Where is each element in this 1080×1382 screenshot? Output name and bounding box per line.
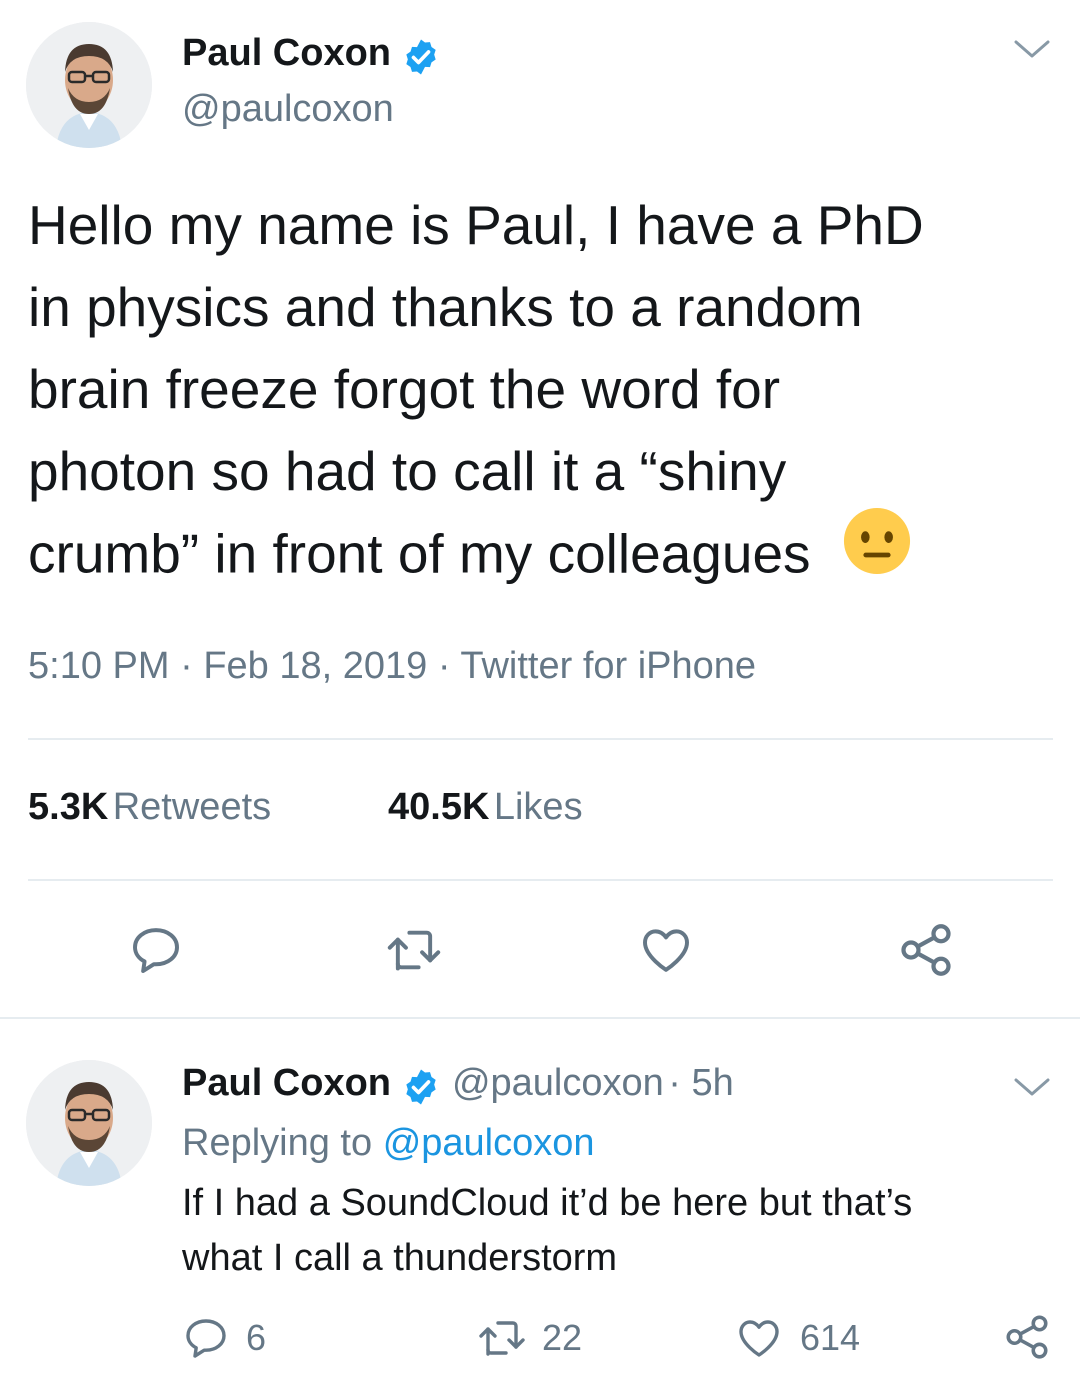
heart-icon[interactable] xyxy=(637,922,695,978)
replying-to: Replying to @paulcoxon xyxy=(182,1122,595,1165)
tweet-text-line: photon so had to call it a “shiny xyxy=(28,440,787,502)
like-count: 614 xyxy=(800,1317,861,1358)
divider xyxy=(28,738,1053,740)
tweet-text-line: crumb” in front of my colleagues xyxy=(28,522,811,585)
author-name[interactable]: Paul Coxon xyxy=(182,32,391,74)
reply-avatar[interactable] xyxy=(26,1060,152,1186)
retweet-action[interactable]: 22 xyxy=(476,1314,582,1362)
reply-icon xyxy=(182,1314,230,1362)
separator-dot: · xyxy=(437,645,461,687)
chevron-down-icon[interactable] xyxy=(1012,1076,1052,1100)
tweet-text-line: brain freeze forgot the word for xyxy=(28,358,781,420)
share-icon[interactable] xyxy=(1002,1312,1052,1362)
reply-text-line: If I had a SoundCloud it’d be here but t… xyxy=(182,1182,913,1224)
share-icon[interactable] xyxy=(896,920,956,980)
retweets-label: Retweets xyxy=(112,786,272,828)
likes-label: Likes xyxy=(493,786,583,828)
retweets-count: 5.3K xyxy=(28,786,109,828)
tweet-source[interactable]: Twitter for iPhone xyxy=(460,645,756,687)
retweets-stat[interactable]: 5.3K Retweets xyxy=(28,786,271,829)
heart-icon xyxy=(734,1314,784,1362)
author-handle[interactable]: @paulcoxon xyxy=(182,88,394,131)
like-action[interactable]: 614 xyxy=(734,1314,860,1362)
reply-count: 6 xyxy=(246,1317,267,1358)
separator-dot: · xyxy=(180,645,204,687)
tweet-meta: 5:10 PM · Feb 18, 2019 · Twitter for iPh… xyxy=(28,645,756,688)
tweet-text-line: in physics and thanks to a random xyxy=(28,276,863,338)
reply-icon[interactable] xyxy=(128,922,184,978)
reply-author-handle[interactable]: @paulcoxon xyxy=(452,1062,664,1104)
retweet-icon xyxy=(476,1314,528,1362)
replying-to-prefix: Replying to xyxy=(182,1122,373,1164)
reply-action[interactable]: 6 xyxy=(182,1314,266,1362)
tweet-text-line: Hello my name is Paul, I have a PhD xyxy=(28,194,924,256)
separator-dot: · xyxy=(668,1062,692,1104)
replying-to-link[interactable]: @paulcoxon xyxy=(383,1122,595,1164)
reply-header: Paul Coxon @paulcoxon · 5h xyxy=(182,1062,734,1111)
likes-count: 40.5K xyxy=(388,786,490,828)
tweet-text: Hello my name is Paul, I have a PhD in p… xyxy=(28,184,1058,604)
chevron-down-icon[interactable] xyxy=(1012,38,1052,62)
divider xyxy=(0,1017,1080,1019)
avatar[interactable] xyxy=(26,22,152,148)
neutral-face-emoji-icon xyxy=(842,506,912,598)
reply-text-line: what I call a thunderstorm xyxy=(182,1237,618,1279)
reply-text: If I had a SoundCloud it’d be here but t… xyxy=(182,1176,1062,1286)
tweet-date[interactable]: Feb 18, 2019 xyxy=(203,645,427,687)
tweet-time[interactable]: 5:10 PM xyxy=(28,645,170,687)
retweet-icon[interactable] xyxy=(384,922,444,978)
verified-badge-icon xyxy=(401,37,441,77)
divider xyxy=(28,879,1053,881)
retweet-count: 22 xyxy=(542,1317,583,1358)
verified-badge-icon xyxy=(401,1067,441,1107)
reply-author-name[interactable]: Paul Coxon xyxy=(182,1062,391,1104)
likes-stat[interactable]: 40.5K Likes xyxy=(388,786,583,829)
reply-age[interactable]: 5h xyxy=(691,1062,733,1104)
